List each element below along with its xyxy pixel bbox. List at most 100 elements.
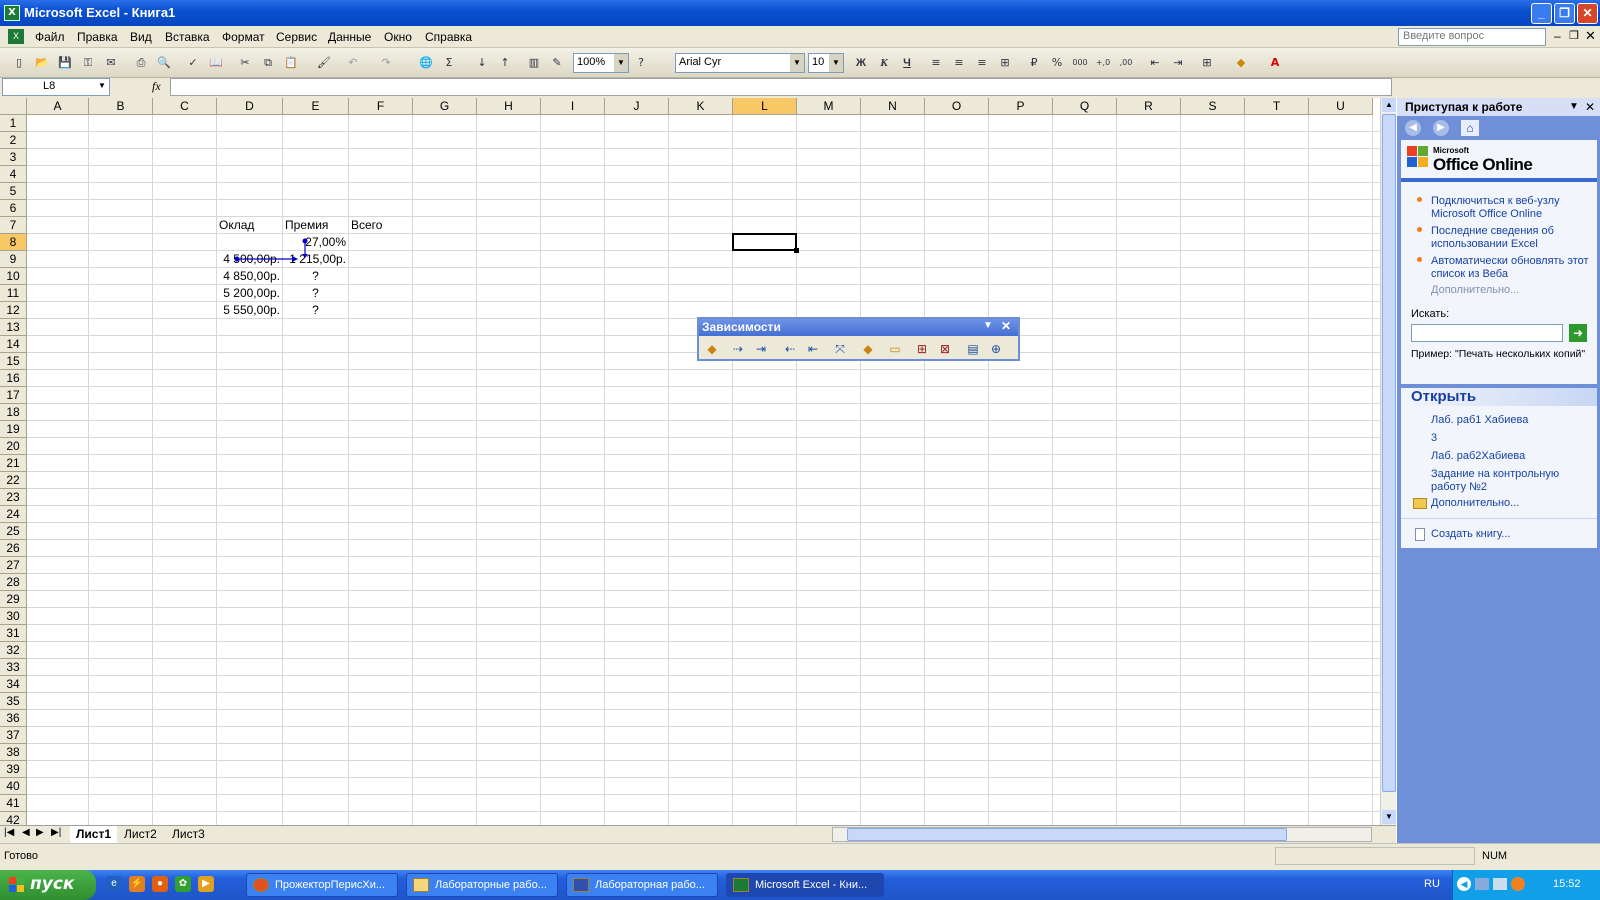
trace-error-icon[interactable]: ◆ — [859, 340, 877, 358]
redo-icon[interactable]: ↷ — [377, 54, 395, 72]
row-header-4[interactable]: 4 — [0, 166, 27, 183]
vertical-scroll-thumb[interactable] — [1382, 114, 1396, 792]
print-preview-icon[interactable]: 🔍 — [155, 54, 173, 72]
row-header-37[interactable]: 37 — [0, 727, 27, 744]
row-header-17[interactable]: 17 — [0, 387, 27, 404]
menu-window[interactable]: Окно — [384, 30, 412, 44]
active-cell-selection[interactable] — [732, 233, 799, 253]
network-icon[interactable] — [1475, 878, 1489, 890]
ask-question-input[interactable]: Введите вопрос — [1398, 28, 1546, 46]
column-header-f[interactable]: F — [349, 98, 413, 115]
column-header-b[interactable]: B — [89, 98, 153, 115]
cell-d7[interactable]: Оклад — [219, 217, 280, 234]
workbook-icon[interactable]: X — [8, 29, 24, 44]
row-header-38[interactable]: 38 — [0, 744, 27, 761]
close-icon[interactable]: ✕ — [1585, 100, 1595, 114]
tray-app-icon[interactable] — [1511, 877, 1525, 891]
research-icon[interactable]: 📖 — [207, 54, 225, 72]
column-header-a[interactable]: A — [27, 98, 89, 115]
chevron-down-icon[interactable]: ▼ — [790, 54, 804, 72]
column-header-d[interactable]: D — [217, 98, 283, 115]
home-icon[interactable]: ⌂ — [1461, 120, 1479, 136]
row-header-8[interactable]: 8 — [0, 234, 27, 251]
underline-button[interactable]: Ч — [898, 54, 916, 72]
sort-descending-icon[interactable]: ↑ — [496, 54, 514, 72]
scroll-up-icon[interactable]: ▲ — [1382, 98, 1396, 112]
column-header-q[interactable]: Q — [1053, 98, 1117, 115]
row-header-25[interactable]: 25 — [0, 523, 27, 540]
drawing-icon[interactable]: ✎ — [548, 54, 566, 72]
column-header-o[interactable]: O — [925, 98, 989, 115]
email-icon[interactable]: ✉ — [102, 54, 120, 72]
sort-ascending-icon[interactable]: ↓ — [473, 54, 491, 72]
column-header-i[interactable]: I — [541, 98, 605, 115]
row-header-11[interactable]: 11 — [0, 285, 27, 302]
cell-d11[interactable]: 5 200,00р. — [219, 285, 280, 302]
decrease-indent-icon[interactable]: ⇤ — [1146, 54, 1164, 72]
evaluate-formula-icon[interactable]: ⊕ — [987, 340, 1005, 358]
column-header-t[interactable]: T — [1245, 98, 1309, 115]
cell-e12[interactable]: ? — [285, 302, 346, 319]
align-left-icon[interactable]: ≡ — [927, 54, 945, 72]
forward-icon[interactable]: ▶ — [1433, 120, 1449, 136]
row-header-10[interactable]: 10 — [0, 268, 27, 285]
row-header-6[interactable]: 6 — [0, 200, 27, 217]
chevron-down-icon[interactable]: ▼ — [1569, 101, 1579, 112]
column-header-p[interactable]: P — [989, 98, 1053, 115]
dependencies-toolbar-header[interactable]: Зависимости ▼ ✕ — [699, 319, 1018, 336]
font-size-combo[interactable]: 10 ▼ — [808, 53, 844, 73]
remove-precedent-arrows-icon[interactable]: ⇥ — [752, 340, 770, 358]
watch-window-icon[interactable]: ▤ — [964, 340, 982, 358]
percent-icon[interactable]: % — [1048, 54, 1066, 72]
row-header-31[interactable]: 31 — [0, 625, 27, 642]
row-header-20[interactable]: 20 — [0, 438, 27, 455]
taskbar-button-3[interactable]: Лабораторная рабо... — [566, 873, 718, 897]
restore-button[interactable]: ❐ — [1554, 3, 1575, 24]
row-header-1[interactable]: 1 — [0, 115, 27, 132]
chevron-down-icon[interactable]: ▼ — [829, 54, 843, 72]
vertical-scrollbar[interactable]: ▲ ▼ — [1380, 98, 1396, 825]
row-header-33[interactable]: 33 — [0, 659, 27, 676]
start-button[interactable]: пуск — [0, 870, 96, 900]
taskbar-button-excel[interactable]: Microsoft Excel - Кни... — [726, 873, 884, 897]
row-header-3[interactable]: 3 — [0, 149, 27, 166]
help-icon[interactable]: ? — [632, 54, 650, 72]
doc-close-button[interactable]: ✕ — [1585, 28, 1596, 44]
format-painter-icon[interactable]: 🖌 — [315, 54, 333, 72]
cell-f7[interactable]: Всего — [351, 217, 410, 234]
currency-icon[interactable]: ₽ — [1025, 54, 1043, 72]
column-header-l[interactable]: L — [733, 98, 797, 115]
chart-wizard-icon[interactable]: ▥ — [525, 54, 543, 72]
row-header-16[interactable]: 16 — [0, 370, 27, 387]
back-icon[interactable]: ◀ — [1405, 120, 1421, 136]
row-header-42[interactable]: 42 — [0, 812, 27, 825]
row-header-40[interactable]: 40 — [0, 778, 27, 795]
horizontal-scroll-thumb[interactable] — [847, 828, 1287, 841]
close-button[interactable]: ✕ — [1577, 3, 1598, 24]
media-player-icon[interactable]: ▶ — [198, 876, 214, 892]
row-header-34[interactable]: 34 — [0, 676, 27, 693]
zoom-combo[interactable]: 100% ▼ — [573, 53, 629, 73]
menu-view[interactable]: Вид — [130, 30, 152, 44]
excel-app-icon[interactable]: X — [4, 5, 20, 21]
row-header-27[interactable]: 27 — [0, 557, 27, 574]
print-icon[interactable]: ⎙ — [132, 54, 150, 72]
quicklaunch-app-icon[interactable]: ⚡ — [129, 876, 145, 892]
paste-icon[interactable]: 📋 — [282, 54, 300, 72]
cell-e11[interactable]: ? — [285, 285, 346, 302]
name-box[interactable]: L8 — [2, 78, 110, 96]
italic-button[interactable]: К — [875, 54, 893, 72]
menu-help[interactable]: Справка — [425, 30, 472, 44]
dependencies-toolbar[interactable]: Зависимости ▼ ✕ ◆ ⇢ ⇥ ⇠ ⇤ ⤧ ◆ ▭ ⊞ ⊠ ▤ ⊕ — [697, 317, 1020, 361]
firefox-icon[interactable]: ● — [152, 876, 168, 892]
row-header-18[interactable]: 18 — [0, 404, 27, 421]
row-header-5[interactable]: 5 — [0, 183, 27, 200]
row-header-24[interactable]: 24 — [0, 506, 27, 523]
save-icon[interactable]: 💾 — [56, 54, 74, 72]
cell-d9[interactable]: 4 500,00р. — [219, 251, 280, 268]
recent-file-2[interactable]: 3 — [1431, 432, 1437, 445]
tray-expand-icon[interactable]: ◀ — [1457, 877, 1471, 891]
row-header-30[interactable]: 30 — [0, 608, 27, 625]
undo-icon[interactable]: ↶ — [344, 54, 362, 72]
column-header-h[interactable]: H — [477, 98, 541, 115]
